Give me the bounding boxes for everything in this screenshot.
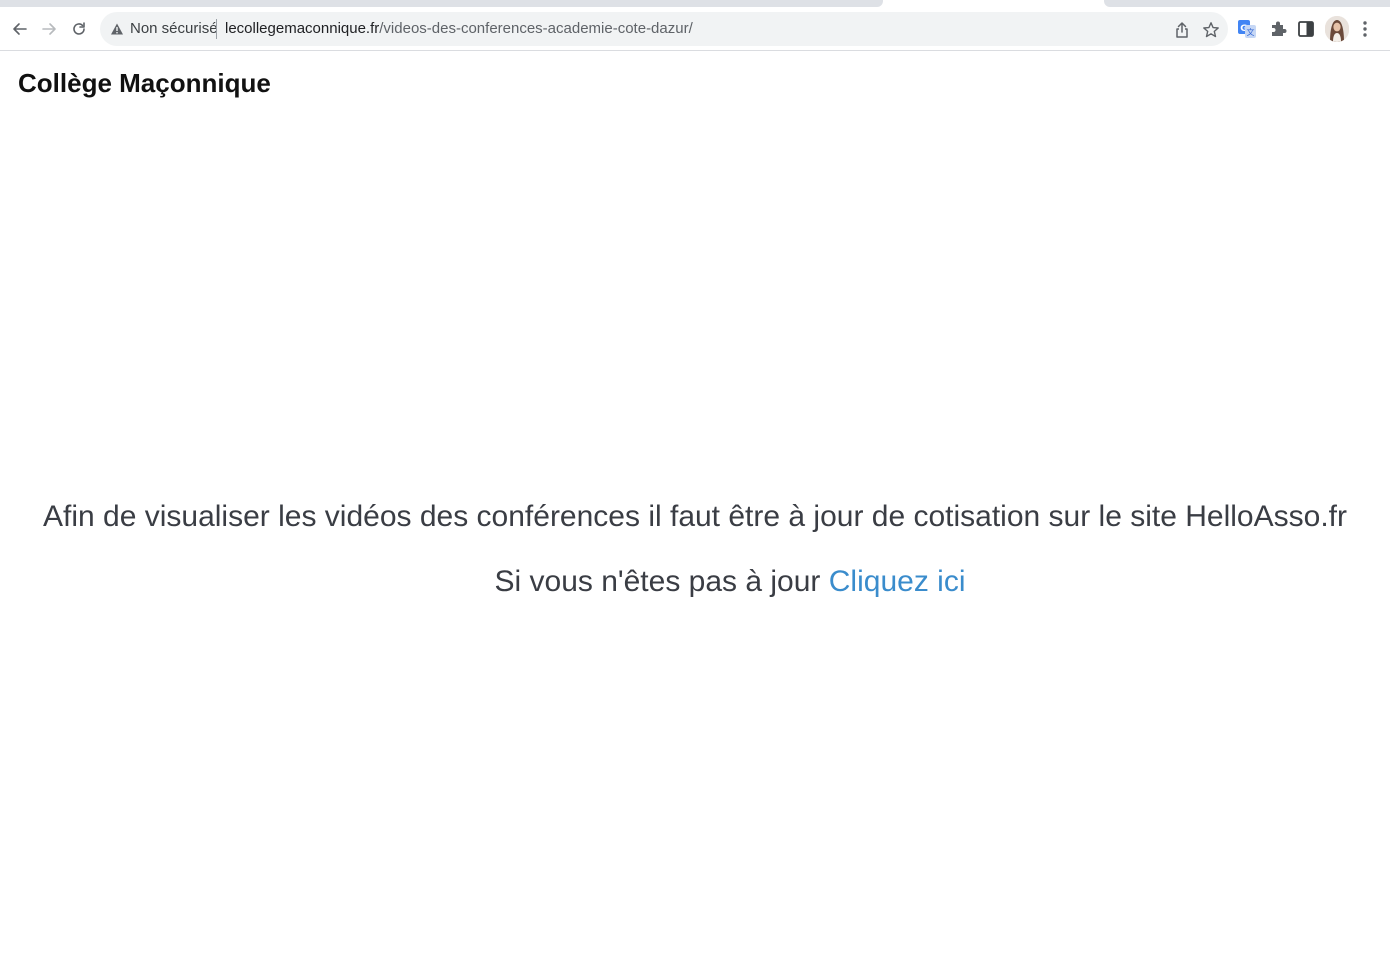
side-panel-icon[interactable] [1296, 19, 1316, 39]
tab-strip [0, 0, 1390, 8]
back-arrow-icon [13, 23, 27, 35]
membership-message: Afin de visualiser les vidéos des confér… [43, 500, 1347, 533]
google-translate-icon[interactable]: G 文 [1237, 19, 1257, 39]
url-path: /videos-des-conferences-academie-cote-da… [379, 20, 693, 37]
browser-toolbar: Non sécurisé lecollegemaconnique.fr/vide… [0, 8, 1390, 51]
reload-icon [73, 22, 85, 35]
inactive-tab-left[interactable] [0, 0, 883, 7]
membership-subline: Si vous n'êtes pas à jour Cliquez ici [0, 565, 1390, 599]
omnibox-divider [216, 19, 217, 39]
avatar[interactable] [1325, 16, 1349, 42]
url-domain: lecollegemaconnique.fr [225, 20, 380, 37]
subline-text: Si vous n'êtes pas à jour [494, 565, 821, 598]
share-icon[interactable] [1173, 21, 1191, 39]
profile-picture-icon [1325, 16, 1349, 42]
click-here-link[interactable]: Cliquez ici [829, 565, 966, 598]
site-title[interactable]: Collège Maçonnique [18, 68, 271, 99]
warning-triangle-icon [111, 23, 123, 35]
inactive-tab-right[interactable] [1104, 0, 1390, 7]
url-text[interactable]: lecollegemaconnique.fr/videos-des-confer… [225, 20, 693, 37]
puzzle-icon[interactable] [1268, 19, 1288, 39]
star-icon[interactable] [1202, 21, 1220, 39]
forward-arrow-icon [42, 23, 56, 35]
security-status[interactable]: Non sécurisé [130, 20, 218, 37]
back-button[interactable] [8, 17, 32, 41]
forward-button[interactable] [37, 17, 61, 41]
address-bar[interactable]: Non sécurisé lecollegemaconnique.fr/vide… [100, 12, 1228, 46]
svg-text:文: 文 [1247, 27, 1255, 37]
reload-button[interactable] [67, 17, 91, 41]
kebab-menu-icon[interactable] [1355, 19, 1375, 39]
